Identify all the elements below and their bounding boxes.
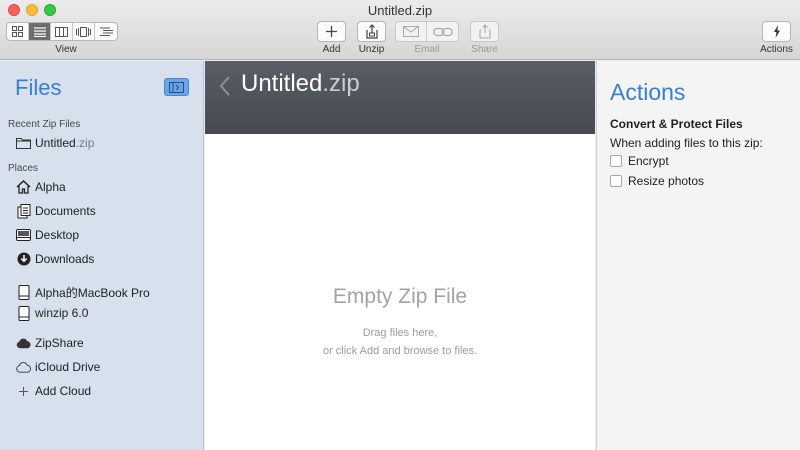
empty-zip-title: Empty Zip File <box>332 285 468 308</box>
resize-photos-checkbox[interactable] <box>610 175 622 187</box>
sidebar-item-add-cloud[interactable]: Add Cloud <box>16 382 91 400</box>
empty-hint-line-1: Drag files here, <box>362 327 438 339</box>
view-mode-segmented-control <box>6 22 118 41</box>
sidebar-item-zipshare[interactable]: ZipShare <box>16 334 84 352</box>
empty-hint-line-2: or click Add and browse to files. <box>322 345 478 357</box>
recent-item-untitled-zip[interactable]: Untitled .zip <box>16 134 94 152</box>
icon-view-button[interactable] <box>7 23 29 40</box>
zip-title-ext: .zip <box>322 70 360 97</box>
plus-icon <box>16 384 31 399</box>
email-segmented-control <box>395 21 459 42</box>
sidebar-item-label: winzip 6.0 <box>35 306 89 320</box>
drive-icon <box>16 284 31 300</box>
adding-files-description: When adding files to this zip: <box>610 136 763 150</box>
window-toolbar: Untitled.zip View Add Unzip Email Share … <box>0 0 800 60</box>
sidebar-item-icloud-drive[interactable]: iCloud Drive <box>16 358 100 376</box>
actions-panel: Actions Convert & Protect Files When add… <box>596 61 800 450</box>
downloads-icon <box>16 252 31 267</box>
zip-content-pane[interactable]: Untitled.zip Empty Zip File Drag files h… <box>205 61 595 450</box>
sidebar-item-label: Alpha <box>35 180 66 194</box>
share-label: Share <box>471 44 498 55</box>
sidebar-item-macbook-pro[interactable]: Alpha的MacBook Pro <box>16 283 150 301</box>
sidebar-item-label: Documents <box>35 204 96 218</box>
sidebar-toggle-button[interactable] <box>164 78 189 96</box>
share-button[interactable] <box>470 21 499 42</box>
convert-protect-heading: Convert & Protect Files <box>610 117 743 131</box>
list-view-button[interactable] <box>29 23 51 40</box>
encrypt-option[interactable]: Encrypt <box>610 154 669 168</box>
cloud-filled-icon <box>16 336 31 351</box>
outline-view-button[interactable] <box>95 23 117 40</box>
share-icon <box>478 24 491 39</box>
unzip-label: Unzip <box>358 44 385 55</box>
lightning-bolt-icon <box>773 25 780 38</box>
recent-item-ext: .zip <box>75 136 95 150</box>
unzip-icon <box>365 24 378 39</box>
sidebar-item-label: ZipShare <box>35 336 84 350</box>
recent-zip-files-header: Recent Zip Files <box>8 119 81 130</box>
email-label: Email <box>414 44 440 55</box>
sidebar-panel-icon <box>169 81 184 93</box>
email-link-button[interactable] <box>427 22 458 41</box>
actions-title: Actions <box>610 79 686 105</box>
sidebar-item-winzip[interactable]: winzip 6.0 <box>16 304 88 322</box>
home-icon <box>16 180 31 195</box>
plus-icon <box>326 26 337 37</box>
list-icon <box>33 26 46 37</box>
grid-icon <box>12 26 23 37</box>
drive-icon <box>16 305 31 321</box>
documents-icon <box>16 203 31 219</box>
envelope-icon <box>403 26 419 37</box>
places-header: Places <box>8 163 39 174</box>
sidebar-item-alpha[interactable]: Alpha <box>16 178 66 196</box>
sidebar-item-label: Alpha的MacBook Pro <box>35 285 150 300</box>
sidebar-item-desktop[interactable]: Desktop <box>16 226 79 244</box>
add-label: Add <box>322 44 341 55</box>
resize-photos-option[interactable]: Resize photos <box>610 174 704 188</box>
encrypt-label: Encrypt <box>628 154 669 168</box>
encrypt-checkbox[interactable] <box>610 155 622 167</box>
folder-icon <box>16 136 31 151</box>
sidebar-item-documents[interactable]: Documents <box>16 202 96 220</box>
sidebar-item-label: Downloads <box>35 252 95 266</box>
link-icon <box>432 27 453 36</box>
sidebar-item-label: Add Cloud <box>35 384 92 398</box>
column-view-button[interactable] <box>51 23 73 40</box>
sidebar-item-label: Desktop <box>35 228 80 242</box>
zip-header: Untitled.zip <box>205 61 595 134</box>
resize-photos-label: Resize photos <box>628 174 705 188</box>
zip-title: Untitled.zip <box>241 70 360 98</box>
coverflow-icon <box>76 26 91 37</box>
zip-title-name: Untitled <box>241 70 323 97</box>
email-button[interactable] <box>396 22 427 41</box>
columns-icon <box>55 26 68 37</box>
files-sidebar: Files Recent Zip Files Untitled .zip Plac… <box>0 61 204 450</box>
coverflow-view-button[interactable] <box>73 23 95 40</box>
view-label: View <box>55 44 77 55</box>
sidebar-item-downloads[interactable]: Downloads <box>16 250 94 268</box>
unzip-button[interactable] <box>357 21 386 42</box>
window-title: Untitled.zip <box>367 3 433 18</box>
sidebar-title: Files <box>15 75 62 100</box>
desktop-icon <box>16 228 31 243</box>
sidebar-item-label: iCloud Drive <box>35 360 101 374</box>
cloud-outline-icon <box>16 360 31 375</box>
add-button[interactable] <box>317 21 346 42</box>
back-chevron-icon[interactable] <box>219 75 231 102</box>
recent-item-name: Untitled <box>35 136 76 150</box>
actions-label: Actions <box>760 44 793 55</box>
outline-list-icon <box>99 27 113 36</box>
actions-toggle-button[interactable] <box>762 21 791 42</box>
